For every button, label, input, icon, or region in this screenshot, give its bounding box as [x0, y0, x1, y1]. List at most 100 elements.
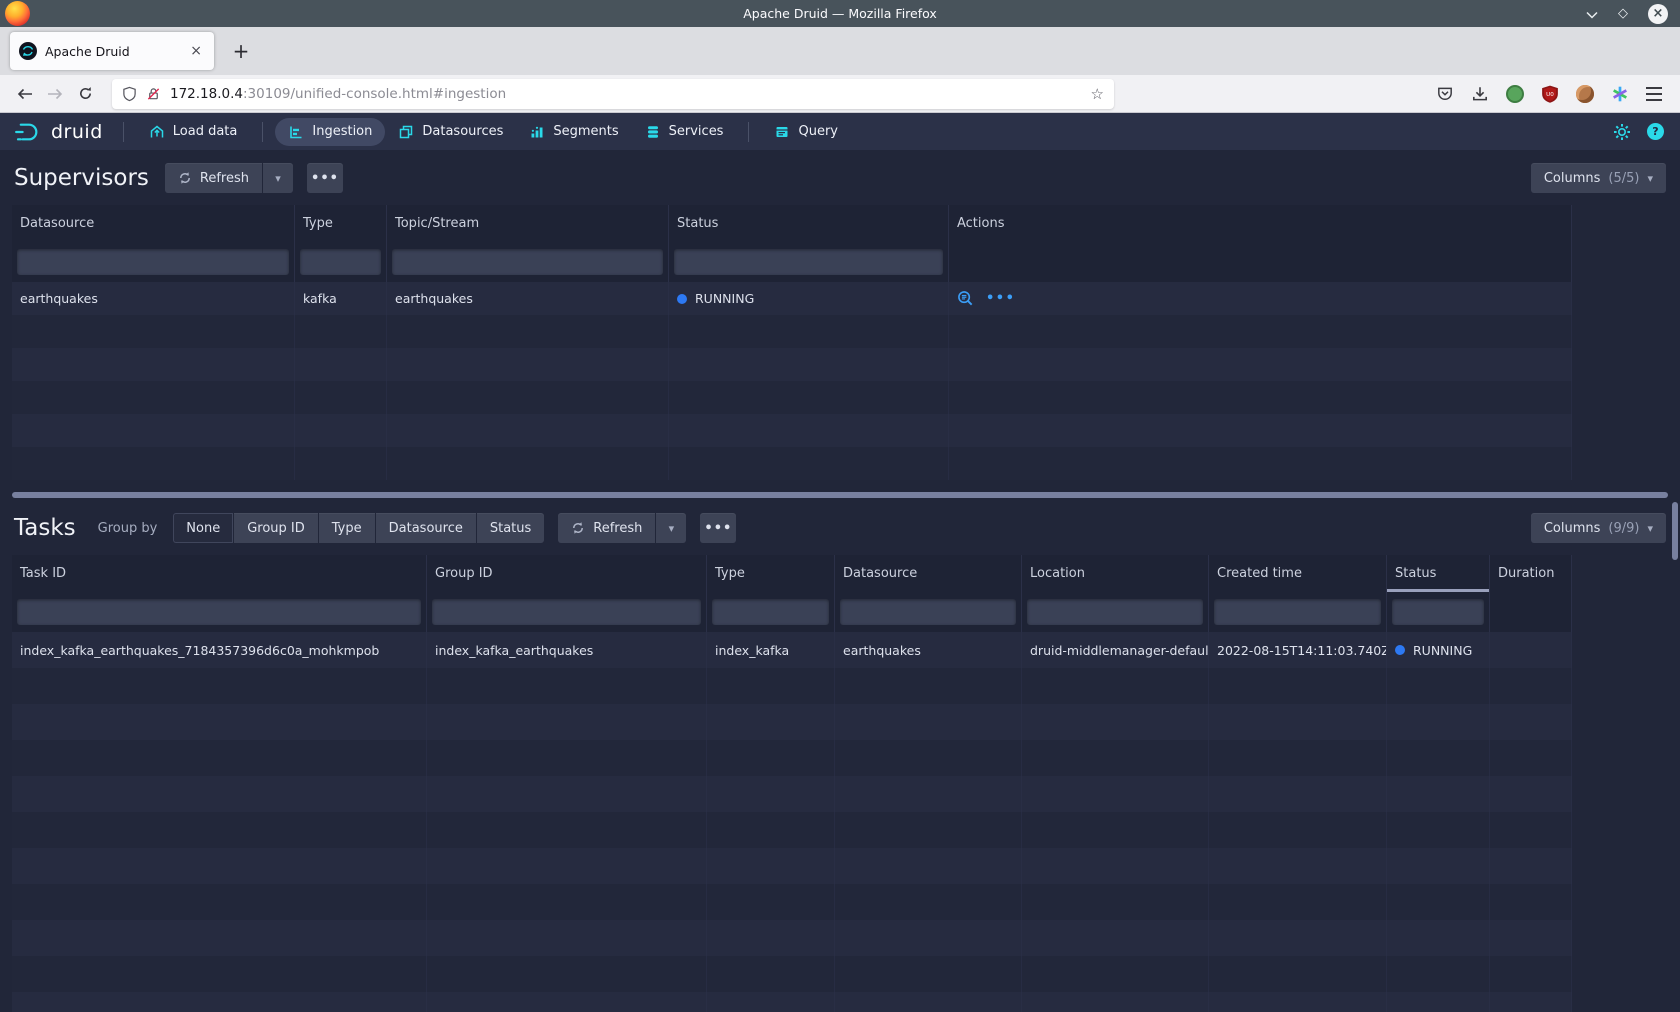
pocket-icon[interactable] [1436, 85, 1454, 103]
status-label: RUNNING [1413, 643, 1472, 658]
tab-close-icon[interactable]: × [187, 43, 205, 59]
view-details-magnifier-icon[interactable] [957, 290, 974, 307]
supervisors-more-button[interactable]: ••• [307, 163, 343, 193]
nav-divider [123, 122, 124, 142]
refresh-icon [571, 521, 585, 535]
filter-type-input[interactable] [300, 249, 381, 275]
druid-logo[interactable]: druid [14, 121, 103, 143]
gear-icon[interactable] [1613, 123, 1631, 141]
filter-type-input[interactable] [712, 599, 829, 625]
extension-privacy-icon[interactable] [1506, 85, 1524, 103]
tasks-refresh-caret-button[interactable]: ▾ [656, 513, 686, 543]
multi-account-containers-icon[interactable] [1611, 85, 1629, 103]
tasks-columns-button[interactable]: Columns (9/9) ▾ [1531, 513, 1666, 543]
refresh-icon [178, 171, 192, 185]
column-header-type[interactable]: Type [295, 205, 387, 242]
tasks-filter-row [12, 592, 1572, 632]
shield-icon[interactable] [122, 86, 137, 102]
tasks-header: Tasks Group by None Group ID Type Dataso… [0, 500, 1680, 555]
browser-tab-apache-druid[interactable]: Apache Druid × [10, 32, 214, 70]
column-header-topic-stream[interactable]: Topic/Stream [387, 205, 669, 242]
column-header-status-sorted[interactable]: Status [1387, 555, 1490, 592]
vertical-scrollbar[interactable] [1672, 502, 1678, 560]
url-host: 172.18.0.4 [170, 86, 243, 102]
task-datasource: earthquakes [835, 632, 1022, 668]
column-header-location[interactable]: Location [1022, 555, 1209, 592]
filter-datasource-input[interactable] [840, 599, 1016, 625]
supervisors-columns-button[interactable]: Columns (5/5) ▾ [1531, 163, 1666, 193]
filter-task-id-input[interactable] [17, 599, 421, 625]
cookie-icon[interactable] [1576, 85, 1594, 103]
table-row-empty [12, 447, 1572, 480]
table-row-empty [12, 668, 1572, 704]
window-maximize-icon[interactable]: ◇ [1618, 7, 1628, 20]
filter-location-input[interactable] [1027, 599, 1203, 625]
group-by-type-button[interactable]: Type [319, 513, 375, 543]
window-minimize-icon[interactable] [1586, 4, 1598, 23]
column-header-duration[interactable]: Duration [1490, 555, 1572, 592]
column-header-status[interactable]: Status [669, 205, 949, 242]
column-header-type[interactable]: Type [707, 555, 835, 592]
forward-icon[interactable] [40, 79, 70, 109]
nav-item-segments[interactable]: Segments [516, 118, 631, 146]
tasks-table: Task ID Group ID Type Datasource Locatio… [12, 555, 1572, 1012]
bookmark-star-icon[interactable]: ☆ [1091, 85, 1104, 103]
tasks-refresh-button[interactable]: Refresh [558, 513, 655, 543]
ublock-origin-icon[interactable]: U0 [1541, 85, 1559, 103]
filter-status-input[interactable] [1392, 599, 1484, 625]
task-type: index_kafka [707, 632, 835, 668]
nav-item-services[interactable]: Services [632, 118, 737, 146]
tasks-table-header: Task ID Group ID Type Datasource Locatio… [12, 555, 1572, 592]
lock-insecure-icon[interactable] [146, 86, 161, 102]
column-header-created-time[interactable]: Created time [1209, 555, 1387, 592]
column-header-datasource[interactable]: Datasource [835, 555, 1022, 592]
supervisors-refresh-caret-button[interactable]: ▾ [263, 163, 293, 193]
nav-item-label: Load data [173, 124, 238, 139]
url-bar[interactable]: 172.18.0.4:30109/unified-console.html#in… [112, 79, 1114, 109]
row-actions-more-icon[interactable]: ••• [986, 291, 1015, 306]
group-by-datasource-button[interactable]: Datasource [376, 513, 476, 543]
column-header-task-id[interactable]: Task ID [12, 555, 427, 592]
task-created-time: 2022-08-15T14:11:03.740Z [1209, 632, 1387, 668]
filter-created-time-input[interactable] [1214, 599, 1381, 625]
filter-datasource-input[interactable] [17, 249, 289, 275]
nav-item-datasources[interactable]: Datasources [385, 118, 516, 146]
refresh-label: Refresh [200, 171, 249, 186]
segments-icon [529, 124, 545, 140]
nav-item-query[interactable]: Query [761, 118, 851, 146]
menu-icon[interactable] [1646, 87, 1662, 101]
supervisors-refresh-button[interactable]: Refresh [165, 163, 262, 193]
browser-tab-bar: Apache Druid × + [0, 27, 1680, 75]
new-tab-button[interactable]: + [226, 36, 256, 66]
task-group-id: index_kafka_earthquakes [427, 632, 707, 668]
group-by-status-button[interactable]: Status [477, 513, 544, 543]
help-icon[interactable]: ? [1647, 123, 1664, 140]
column-header-actions[interactable]: Actions [949, 205, 1572, 242]
status-running-dot [1395, 645, 1405, 655]
nav-item-ingestion[interactable]: Ingestion [275, 118, 385, 146]
supervisor-datasource: earthquakes [12, 282, 295, 315]
supervisor-type: kafka [295, 282, 387, 315]
filter-status-input[interactable] [674, 249, 943, 275]
supervisor-topic: earthquakes [387, 282, 669, 315]
table-row-empty [12, 315, 1572, 348]
url-path: :30109/unified-console.html#ingestion [243, 86, 506, 102]
tasks-more-button[interactable]: ••• [700, 513, 736, 543]
table-row-empty [12, 992, 1572, 1012]
reload-icon[interactable] [70, 79, 100, 109]
back-icon[interactable] [10, 79, 40, 109]
filter-group-id-input[interactable] [432, 599, 701, 625]
caret-down-icon: ▾ [669, 522, 675, 535]
task-status: RUNNING [1387, 632, 1490, 668]
group-by-group-id-button[interactable]: Group ID [234, 513, 318, 543]
horizontal-scrollbar[interactable] [12, 492, 1668, 498]
window-close-icon[interactable]: × [1648, 4, 1668, 24]
filter-topic-input[interactable] [392, 249, 663, 275]
nav-item-load-data[interactable]: Load data [136, 118, 251, 146]
group-by-button-group: None Group ID Type Datasource Status [173, 513, 544, 543]
nav-item-label: Datasources [422, 124, 503, 139]
column-header-group-id[interactable]: Group ID [427, 555, 707, 592]
column-header-datasource[interactable]: Datasource [12, 205, 295, 242]
download-icon[interactable] [1471, 85, 1489, 103]
group-by-none-button[interactable]: None [173, 513, 233, 543]
